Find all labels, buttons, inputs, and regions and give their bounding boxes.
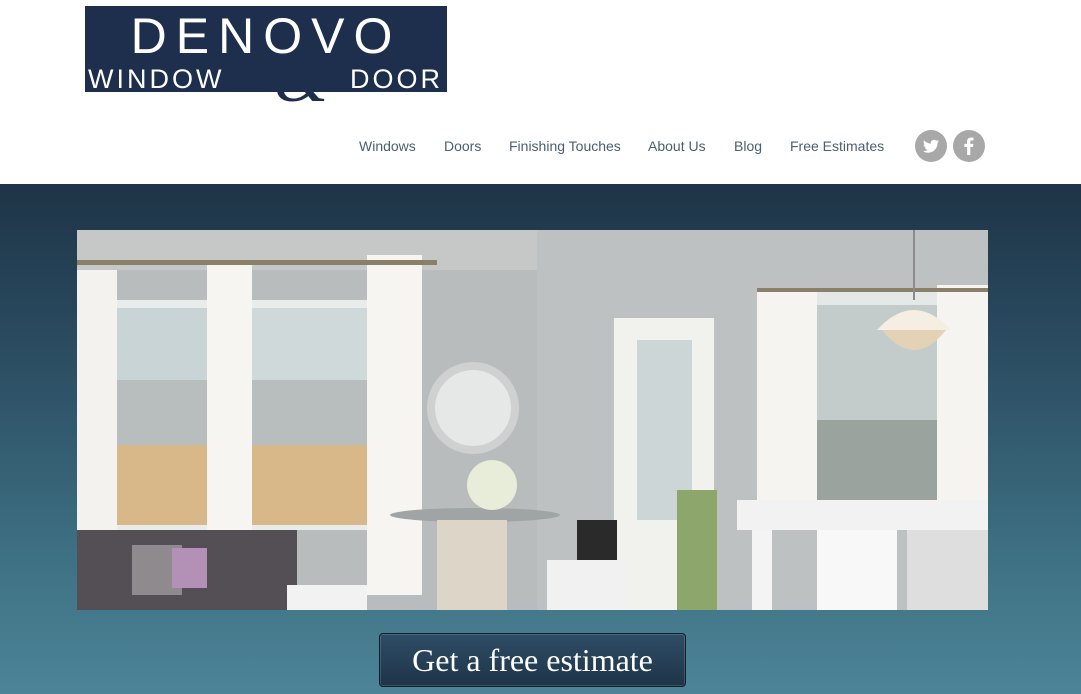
- facebook-f-icon: [964, 137, 974, 155]
- logo-word-door: DOOR: [350, 64, 443, 94]
- nav-item-about-us[interactable]: About Us: [648, 136, 706, 156]
- nav-item-free-estimates[interactable]: Free Estimates: [790, 136, 884, 156]
- facebook-icon[interactable]: [953, 130, 985, 162]
- denovo-logo[interactable]: DENOVO WINDOW DOOR &: [85, 6, 447, 114]
- site-header: DENOVO WINDOW DOOR & Windows Doors Finis…: [0, 0, 1081, 184]
- nav-item-windows[interactable]: Windows: [359, 136, 416, 156]
- hero-photo-living-room: [77, 230, 988, 610]
- logo-tagline: WINDOW DOOR: [85, 64, 447, 100]
- nav-item-doors[interactable]: Doors: [444, 136, 481, 156]
- room-illustration: [77, 230, 988, 610]
- nav-item-blog[interactable]: Blog: [734, 136, 762, 156]
- logo-brand-name: DENOVO: [130, 8, 402, 64]
- logo-ampersand: &: [274, 40, 329, 117]
- twitter-bird-icon: [923, 139, 939, 153]
- nav-item-finishing-touches[interactable]: Finishing Touches: [509, 136, 621, 156]
- twitter-icon[interactable]: [915, 130, 947, 162]
- free-estimate-button[interactable]: Get a free estimate: [379, 633, 686, 687]
- logo-word-window: WINDOW: [88, 64, 225, 94]
- hero-section: Get a free estimate: [0, 184, 1081, 694]
